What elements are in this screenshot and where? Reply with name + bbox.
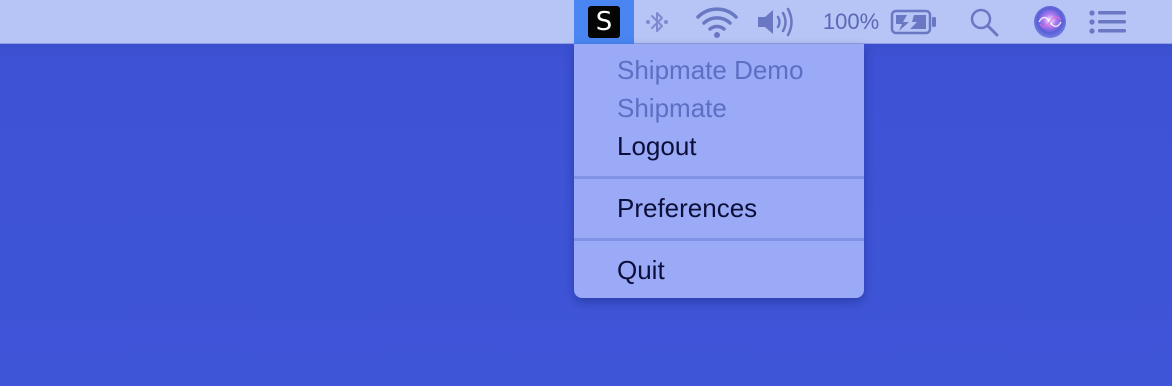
siri-icon (1034, 6, 1066, 38)
menu-item-account-name: Shipmate Demo (617, 55, 804, 85)
menu-item-preferences[interactable]: Preferences (617, 189, 757, 227)
volume-icon (758, 7, 793, 37)
menu-separator (574, 238, 864, 241)
siri-status-item[interactable] (1030, 0, 1070, 44)
notification-center-icon (1089, 10, 1126, 34)
notification-center-status-item[interactable] (1086, 0, 1130, 44)
spotlight-search-icon (970, 8, 999, 37)
wifi-icon (696, 7, 738, 38)
menu-item-organization: Shipmate (617, 93, 727, 123)
menu-item-logout[interactable]: Logout (617, 127, 697, 165)
volume-status-item[interactable] (754, 0, 796, 44)
bluetooth-icon (646, 12, 668, 32)
shipmate-dropdown-menu: Shipmate Demo Shipmate Logout Preference… (574, 44, 864, 298)
wifi-status-item[interactable] (694, 0, 740, 44)
spotlight-status-item[interactable] (966, 0, 1002, 44)
battery-charging-icon (890, 9, 936, 35)
desktop: S 100% Shipmate Demo Shipmate Logout Pre… (0, 0, 1172, 386)
battery-percentage[interactable]: 100% (818, 0, 884, 44)
battery-status-item[interactable] (888, 0, 940, 44)
menu-separator (574, 176, 864, 179)
shipmate-app-icon: S (588, 6, 620, 38)
bluetooth-status-item[interactable] (640, 0, 674, 44)
shipmate-status-item[interactable]: S (574, 0, 634, 44)
menu-bar: S 100% (0, 0, 1172, 44)
menu-item-quit[interactable]: Quit (617, 251, 665, 289)
